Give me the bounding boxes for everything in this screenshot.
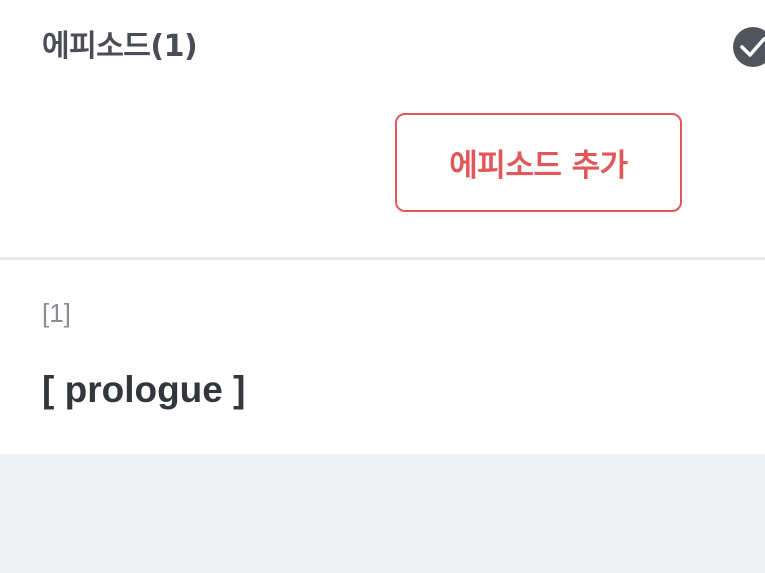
add-episode-button[interactable]: 에피소드 추가: [395, 113, 682, 212]
episode-list-page: 에피소드(1) 에피소드 추가 [1] [ prologue ]: [0, 0, 765, 573]
empty-background-area: [0, 454, 765, 573]
check-circle-icon[interactable]: [733, 27, 765, 67]
episode-number: [1]: [42, 298, 71, 328]
checkmark-icon: [740, 37, 765, 57]
episodes-header-section: 에피소드(1) 에피소드 추가: [0, 0, 765, 257]
episode-title: [ prologue ]: [42, 369, 246, 410]
episode-list-item[interactable]: [1] [ prologue ]: [0, 260, 765, 454]
episodes-count-title: 에피소드(1): [42, 29, 198, 64]
